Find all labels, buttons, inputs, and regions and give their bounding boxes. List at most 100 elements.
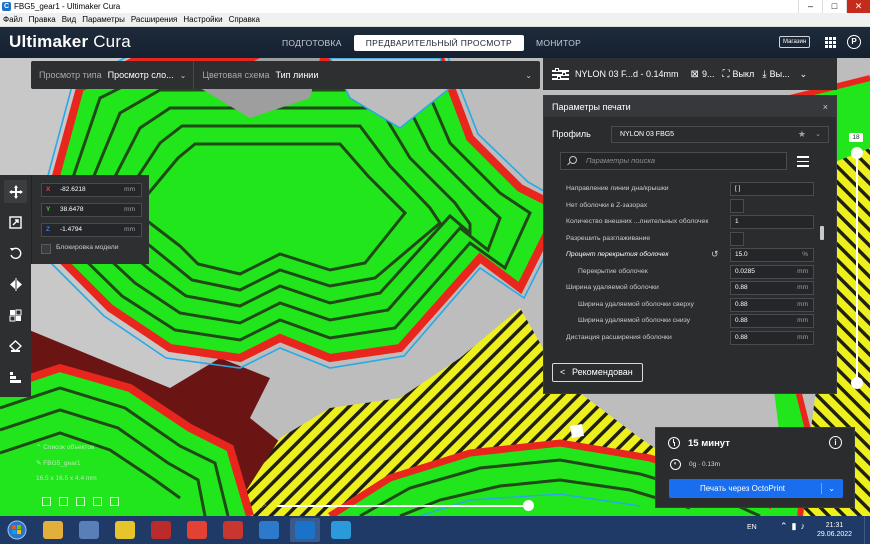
show-desktop-button[interactable] (864, 516, 870, 544)
per-model-settings-button[interactable] (4, 304, 27, 327)
view-top-icon[interactable] (76, 497, 85, 506)
setting-unit: mm (797, 267, 808, 275)
app-icon[interactable] (254, 518, 284, 542)
layer-slider-lower-handle[interactable] (851, 377, 863, 389)
print-via-octoprint-button[interactable]: Печать через OctoPrint ⌄ (669, 479, 843, 498)
account-icon[interactable]: P (847, 35, 861, 49)
x-coordinate-field[interactable]: X -82.6218 mm (41, 183, 142, 197)
object-list-title: Список объектов (43, 444, 95, 451)
y-axis-label: Y (46, 206, 51, 213)
setting-value-field[interactable]: 0.88 mm (730, 297, 814, 312)
profile-value: NYLON 03 FBG5 (620, 131, 675, 138)
star-icon[interactable]: ★ (798, 127, 806, 142)
setting-checkbox[interactable] (730, 198, 744, 213)
view-type-dropdown[interactable]: Просмотр сло... (108, 70, 174, 80)
path-slider-track[interactable] (277, 505, 528, 507)
current-layer-number[interactable]: 18 (849, 133, 863, 142)
menu-help[interactable]: Справка (226, 15, 263, 24)
taskbar-clock[interactable]: 21:31 29.06.2022 (817, 521, 852, 539)
chevron-down-icon[interactable]: ⌄ (815, 127, 821, 142)
settings-scrollbar[interactable] (820, 226, 824, 240)
setting-value-field[interactable]: [ ] (730, 182, 814, 196)
setting-value: [ ] (735, 185, 741, 192)
close-window-button[interactable]: ✕ (846, 0, 870, 13)
setting-name: Процент перекрытия оболочек (566, 251, 669, 258)
lock-model-checkbox[interactable] (41, 244, 51, 254)
minimize-button[interactable]: – (798, 0, 822, 13)
cura-app-icon: C (2, 2, 11, 11)
reset-icon[interactable]: ↺ (711, 249, 719, 260)
view-right-icon[interactable] (110, 497, 119, 506)
rotate-tool-button[interactable] (4, 242, 27, 265)
maximize-button[interactable]: □ (822, 0, 846, 13)
tray-icons[interactable]: ⌃▮♪ (780, 521, 809, 532)
panel-header: Параметры печати × (544, 96, 836, 117)
language-indicator[interactable]: EN (747, 524, 757, 531)
color-scheme-dropdown[interactable]: Тип линии (276, 70, 319, 80)
support-blocker-button[interactable] (4, 335, 27, 358)
layer-slider-upper-handle[interactable] (851, 147, 863, 159)
menu-settings[interactable]: Параметры (79, 15, 128, 24)
setting-value-field[interactable]: 0.88 mm (730, 314, 814, 328)
menubar: Файл Правка Вид Параметры Расширения Нас… (0, 13, 870, 27)
explorer-icon[interactable] (38, 518, 68, 542)
play-simulation-icon[interactable]: ▷ (261, 501, 266, 509)
cura-icon[interactable] (290, 518, 320, 542)
y-coordinate-field[interactable]: Y 38.6478 mm (41, 203, 142, 217)
chevron-down-icon[interactable]: ⌄ (800, 69, 808, 80)
menu-edit[interactable]: Правка (26, 15, 59, 24)
chrome-icon[interactable] (182, 518, 212, 542)
menu-view[interactable]: Вид (59, 15, 79, 24)
scale-tool-button[interactable] (4, 211, 27, 234)
setting-value-field[interactable]: 0.88 mm (730, 281, 814, 295)
layer-view-button[interactable] (4, 366, 27, 389)
setting-name: Ширина удаляемой оболочки сверху (578, 300, 694, 308)
view-3d-icon[interactable] (42, 497, 51, 506)
settings-search-input[interactable]: Параметры поиска (560, 152, 787, 170)
archicad-icon[interactable] (110, 518, 140, 542)
view-left-icon[interactable] (93, 497, 102, 506)
profile-dropdown[interactable]: NYLON 03 FBG5 ★ ⌄ (611, 126, 829, 143)
marketplace-button[interactable]: Магазин (779, 36, 811, 48)
calculator-icon[interactable] (74, 518, 104, 542)
solidworks-icon[interactable] (218, 518, 248, 542)
setting-value-field[interactable]: 0.88 mm (730, 330, 814, 345)
setting-value-field[interactable]: 0.0285 mm (730, 264, 814, 279)
recommended-mode-button[interactable]: < Рекомендован (552, 363, 643, 382)
tab-prepare[interactable]: ПОДГОТОВКА (270, 35, 354, 51)
z-coordinate-field[interactable]: Z -1.4794 mm (41, 223, 142, 237)
setting-row: Количество внешних ...лнительных оболоче… (560, 214, 815, 231)
save-icon[interactable] (146, 518, 176, 542)
telegram-icon[interactable] (326, 518, 356, 542)
view-front-icon[interactable] (59, 497, 68, 506)
object-name[interactable]: ✎ FBG5_gear1 (36, 459, 97, 467)
menu-extensions[interactable]: Расширения (128, 15, 181, 24)
mirror-tool-button[interactable] (4, 273, 27, 296)
chevron-down-icon[interactable]: ⌄ (828, 479, 835, 498)
settings-visibility-menu-icon[interactable] (797, 156, 809, 170)
z-unit: mm (124, 226, 135, 233)
camera-view-buttons (42, 497, 119, 506)
info-icon[interactable]: i (829, 436, 842, 449)
object-list-toggle[interactable]: ⌃ Список объектов (36, 443, 97, 451)
setting-value-field[interactable]: 1 (730, 215, 814, 229)
windows-start-icon[interactable] (4, 520, 30, 540)
tab-preview[interactable]: ПРЕДВАРИТЕЛЬНЫЙ ПРОСМОТР (353, 35, 524, 51)
chevron-down-icon[interactable]: ⌄ (525, 71, 532, 80)
setting-row: Ширина удаляемой оболочки сверху 0.88 mm (560, 297, 815, 314)
x-value: -82.6218 (60, 186, 86, 193)
layer-slider-track[interactable] (856, 150, 858, 383)
move-tool-button[interactable] (4, 180, 27, 203)
tab-monitor[interactable]: МОНИТОР (524, 35, 593, 51)
clock-time: 21:31 (825, 522, 844, 529)
apps-grid-icon[interactable] (825, 37, 836, 48)
chevron-down-icon[interactable]: ⌄ (180, 71, 187, 80)
menu-file[interactable]: Файл (0, 15, 26, 24)
close-icon[interactable]: × (823, 102, 828, 112)
menu-preferences[interactable]: Настройки (180, 15, 225, 24)
setting-value-field[interactable]: 15.0% (730, 248, 814, 262)
path-slider-handle[interactable] (523, 500, 534, 511)
print-setup-selector[interactable]: NYLON 03 F...d - 0.14mm ⊠ 9... ⛶ Выкл ⤓ … (543, 58, 837, 90)
mirror-icon (9, 278, 22, 291)
setting-checkbox[interactable] (730, 231, 744, 246)
